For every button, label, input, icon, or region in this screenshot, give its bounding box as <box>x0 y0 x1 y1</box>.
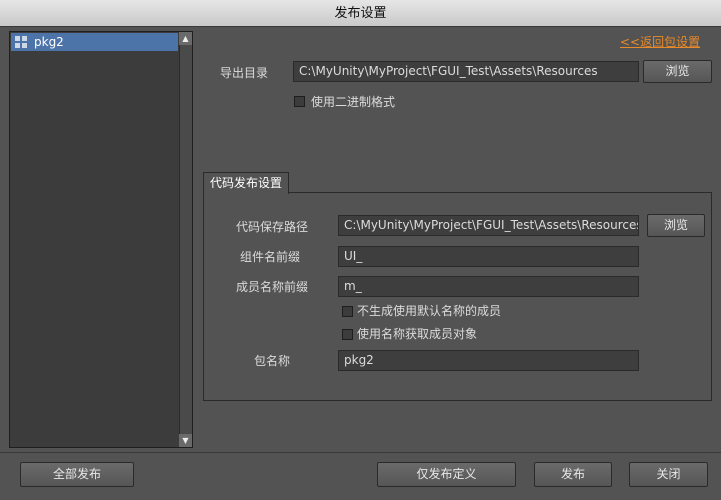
package-name-label: 包名称 <box>253 354 290 368</box>
export-browse-button[interactable]: 浏览 <box>643 60 712 83</box>
window-title: 发布设置 <box>334 6 387 21</box>
code-browse-button[interactable]: 浏览 <box>647 214 705 237</box>
list-scrollbar[interactable] <box>179 32 192 447</box>
no-default-name-members-checkbox[interactable] <box>342 306 353 317</box>
back-to-package-settings-link[interactable]: <<返回包设置 <box>620 33 700 50</box>
binary-format-checkbox[interactable] <box>294 96 305 107</box>
no-default-name-members-label[interactable]: 不生成使用默认名称的成员 <box>357 303 501 320</box>
package-list-item-label[interactable]: pkg2 <box>34 33 64 51</box>
member-prefix-label: 成员名称前缀 <box>235 280 308 294</box>
code-save-path-input[interactable]: C:\MyUnity\MyProject\FGUI_Test\Assets\Re… <box>338 215 639 236</box>
export-directory-input[interactable]: C:\MyUnity\MyProject\FGUI_Test\Assets\Re… <box>293 61 639 82</box>
footer-divider <box>0 452 721 453</box>
scroll-up-arrow-icon[interactable]: ▲ <box>179 32 192 45</box>
binary-format-label[interactable]: 使用二进制格式 <box>311 94 395 110</box>
tab-code-publish-settings[interactable]: 代码发布设置 <box>203 172 289 194</box>
package-list[interactable] <box>9 31 193 448</box>
package-grid-icon <box>15 36 27 48</box>
member-prefix-input[interactable]: m_ <box>338 276 639 297</box>
publish-button[interactable]: 发布 <box>534 462 612 487</box>
get-members-by-name-label[interactable]: 使用名称获取成员对象 <box>357 326 477 343</box>
package-name-input[interactable]: pkg2 <box>338 350 639 371</box>
publish-all-button[interactable]: 全部发布 <box>20 462 134 487</box>
component-prefix-input[interactable]: UI_ <box>338 246 639 267</box>
component-prefix-label: 组件名前缀 <box>239 250 300 264</box>
scroll-down-arrow-icon[interactable]: ▼ <box>179 434 192 447</box>
code-save-path-label: 代码保存路径 <box>235 220 308 234</box>
export-directory-label: 导出目录 <box>219 66 268 80</box>
publish-definition-only-button[interactable]: 仅发布定义 <box>377 462 516 487</box>
get-members-by-name-checkbox[interactable] <box>342 329 353 340</box>
close-button[interactable]: 关闭 <box>629 462 708 487</box>
